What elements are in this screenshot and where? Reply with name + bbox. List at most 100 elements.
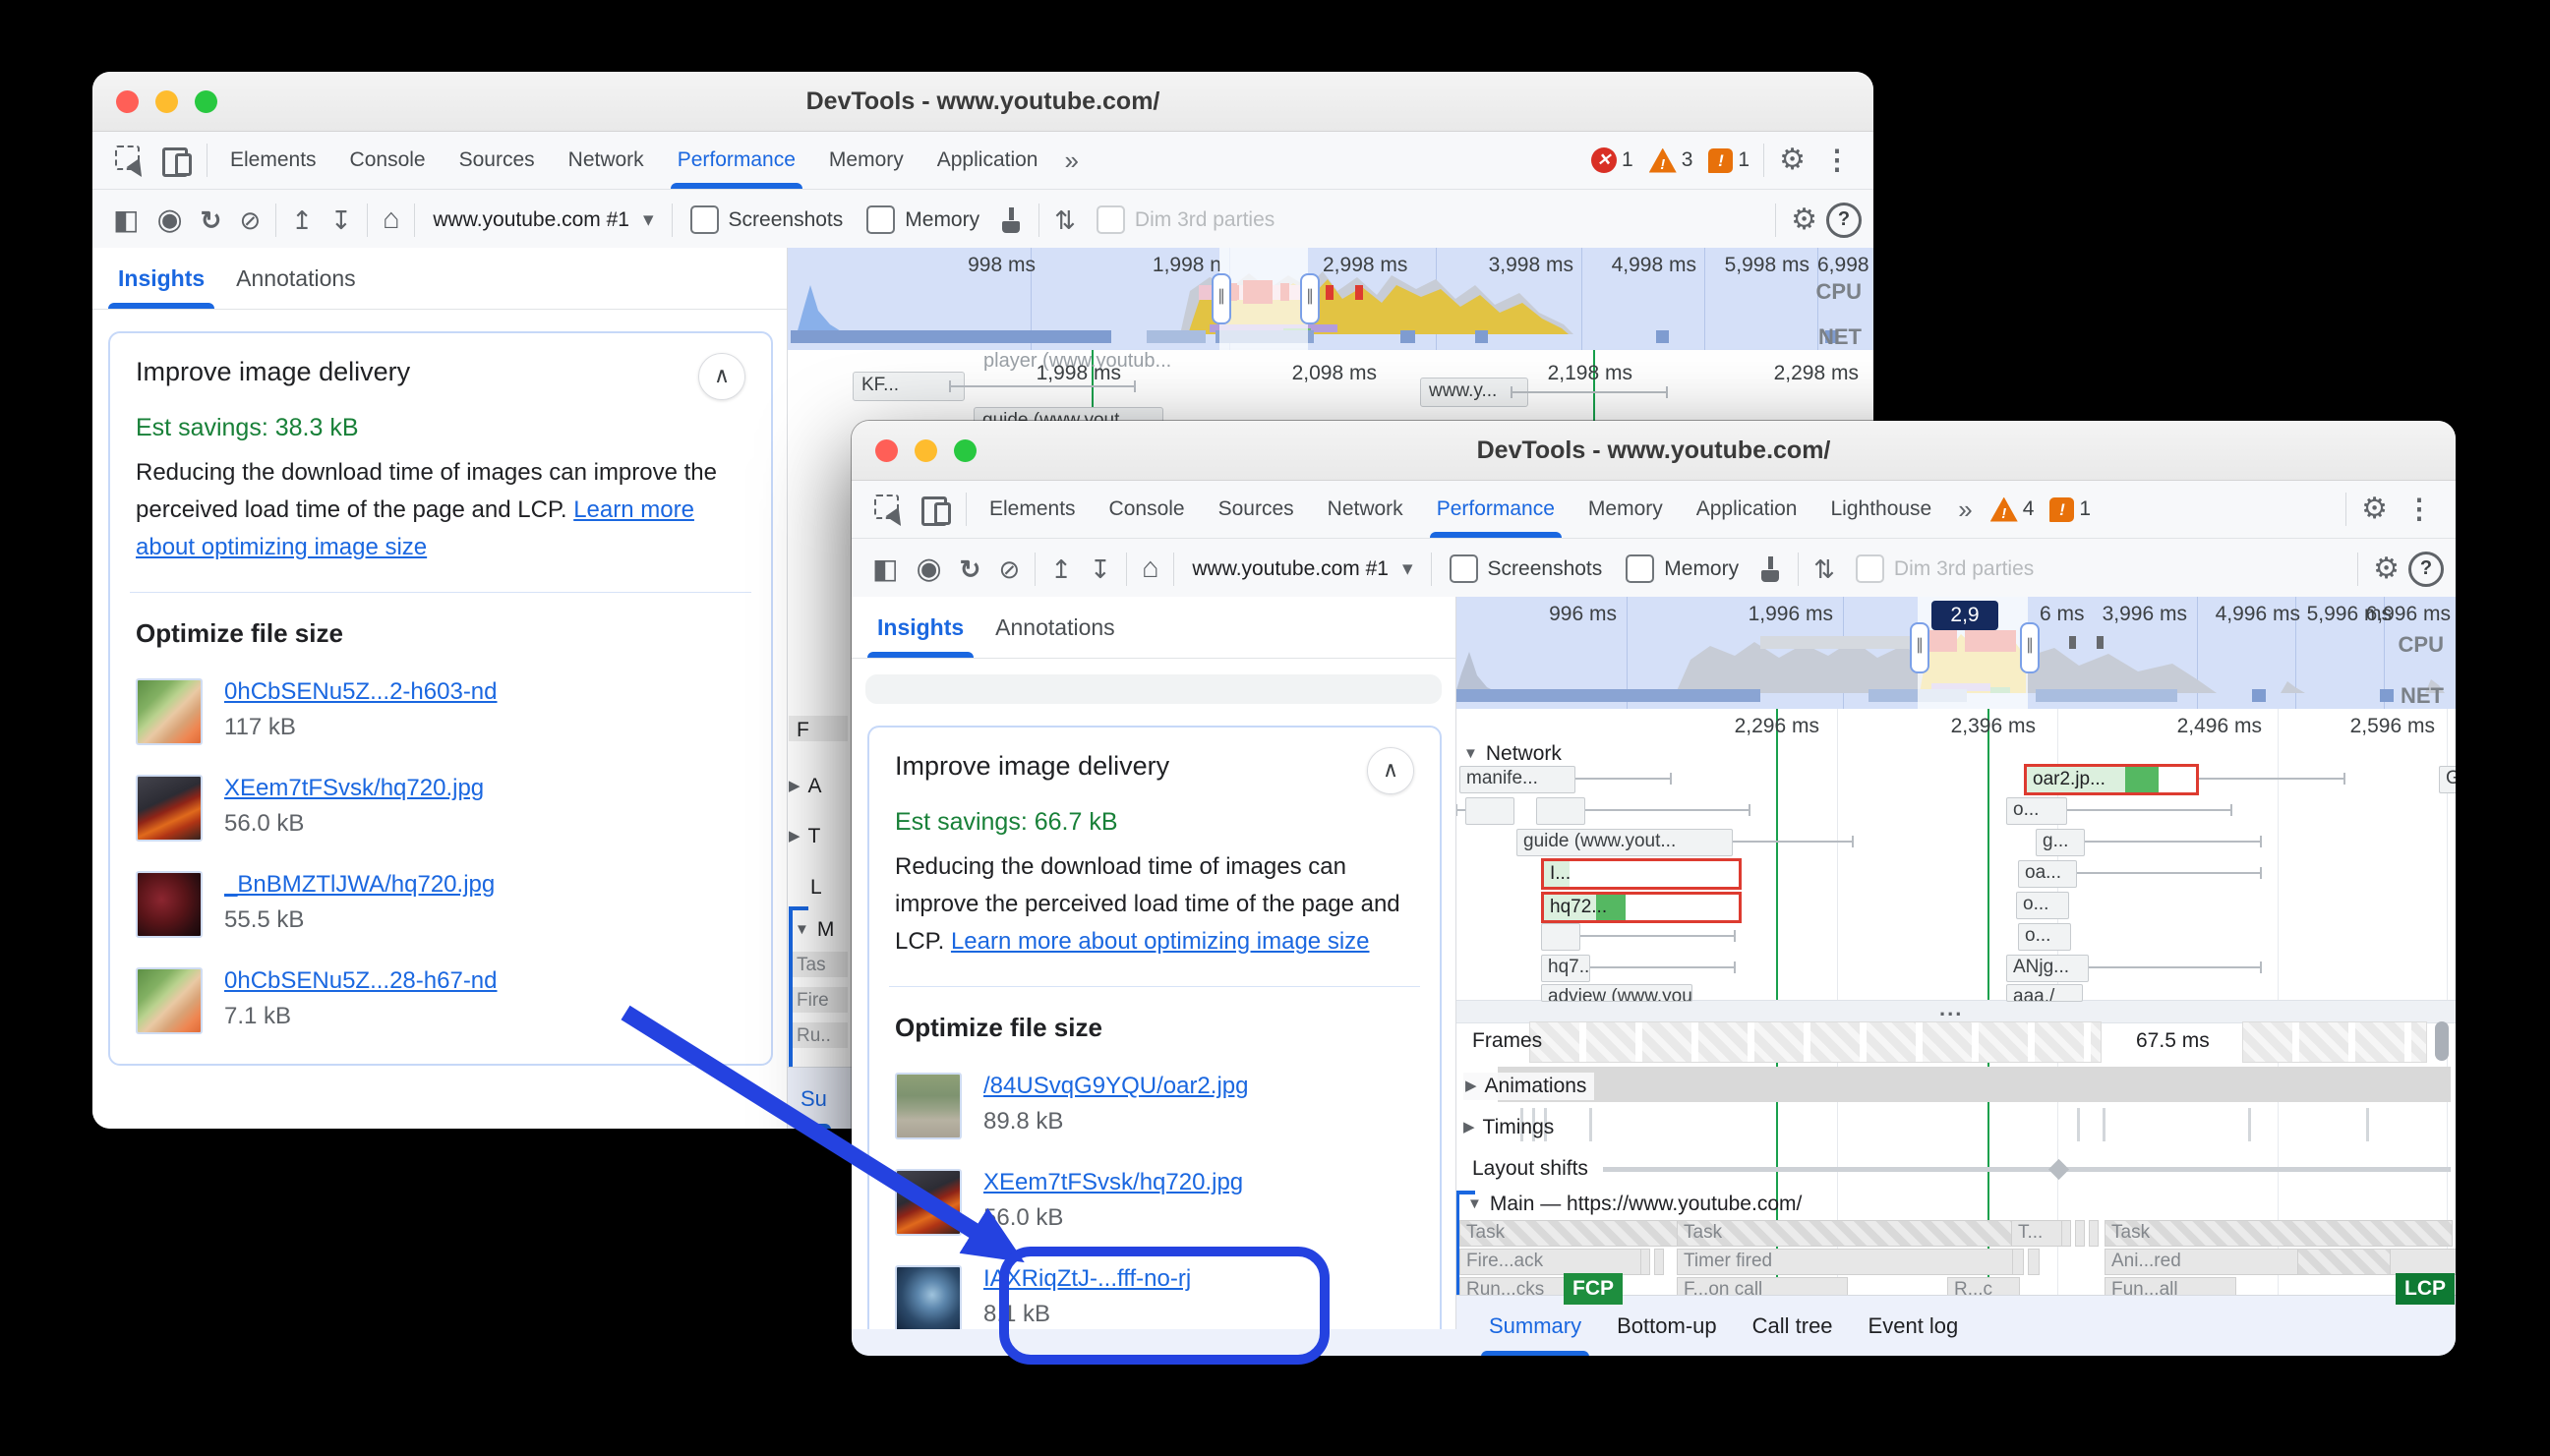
timeline-overview[interactable]: 996 ms 1,996 ms 2,9 6 ms 3,996 ms 4,996 … <box>1440 597 2456 710</box>
file-link[interactable]: 0hCbSENu5Z...2-h603-nd <box>224 678 498 706</box>
frames-strip[interactable] <box>1529 1021 2102 1063</box>
issues-badge[interactable]: 1 <box>1708 148 1749 173</box>
clear-recording-button[interactable] <box>230 207 269 233</box>
devtools-tab[interactable]: Elements <box>973 481 1093 538</box>
console-warnings-badge[interactable]: 4 <box>1990 497 2035 522</box>
devtools-tab[interactable]: Console <box>1093 481 1202 538</box>
minimize-button[interactable] <box>915 439 937 462</box>
main-track-label[interactable]: M <box>795 918 834 942</box>
network-request[interactable] <box>1465 797 1514 825</box>
network-request[interactable]: manife... <box>1459 766 1575 793</box>
network-request[interactable]: o... <box>2016 892 2069 919</box>
network-request-highlighted[interactable]: I... <box>1541 858 1742 890</box>
devtools-tab[interactable]: Elements <box>213 132 333 189</box>
network-request-chip[interactable]: KF... <box>853 372 965 401</box>
devtools-tab[interactable]: Application <box>920 132 1055 189</box>
frames-track-label[interactable]: Frames <box>1472 1029 1542 1053</box>
save-profile-icon[interactable] <box>1081 556 1120 582</box>
bottom-tab[interactable]: Event log <box>1851 1296 1977 1356</box>
timeline-overview[interactable]: 998 ms 1,998 n 2,998 ms 3,998 ms 4,998 m… <box>787 248 1873 351</box>
screenshots-checkbox[interactable]: Screenshots <box>690 205 844 234</box>
devtools-tab[interactable]: Sources <box>1202 481 1311 538</box>
inspect-element-icon[interactable] <box>871 492 907 527</box>
clear-brush-icon[interactable] <box>1001 207 1023 233</box>
help-icon[interactable] <box>1826 203 1862 238</box>
task-bar[interactable]: Fire...ack <box>1459 1249 1646 1275</box>
network-request[interactable]: adview (www.youtub <box>1541 984 1692 1002</box>
bottom-tab[interactable]: Call tree <box>1735 1296 1851 1356</box>
capture-settings-gear-icon[interactable] <box>2364 554 2408 584</box>
zoom-button[interactable] <box>954 439 977 462</box>
toggle-sidebar-icon[interactable] <box>104 206 148 234</box>
collapse-insight-button[interactable] <box>1367 747 1414 794</box>
sidebar-tab[interactable]: Insights <box>102 248 220 309</box>
console-errors-badge[interactable]: 1 <box>1591 147 1633 173</box>
capture-settings-gear-icon[interactable] <box>1782 205 1826 235</box>
fcp-marker[interactable]: FCP <box>1564 1273 1623 1305</box>
network-request[interactable] <box>1541 923 1580 951</box>
more-tabs-icon[interactable]: » <box>1054 146 1088 176</box>
devtools-tab[interactable]: Performance <box>661 132 812 189</box>
devtools-tab[interactable]: Application <box>1680 481 1814 538</box>
file-link[interactable]: XEem7tFSvsk/hq720.jpg <box>224 775 484 802</box>
task-bar[interactable]: Timer fired <box>1677 1249 2020 1275</box>
devtools-tab[interactable]: Lighthouse <box>1813 481 1948 538</box>
file-link[interactable]: /84USvqG9YQU/oar2.jpg <box>983 1073 1248 1100</box>
frames-track-label[interactable]: F <box>797 719 809 742</box>
save-profile-icon[interactable] <box>322 207 361 233</box>
clear-brush-icon[interactable] <box>1760 556 1782 582</box>
help-icon[interactable] <box>2408 552 2444 587</box>
selection-handle-left[interactable] <box>1212 273 1231 324</box>
collapse-tracks-icon[interactable] <box>1045 207 1085 233</box>
selection-handle-right[interactable] <box>2020 622 2040 673</box>
selection-handle-right[interactable] <box>1300 273 1320 324</box>
history-select[interactable]: www.youtube.com #1 <box>1180 556 1424 581</box>
sidebar-tab[interactable]: Annotations <box>220 248 371 309</box>
reload-and-record-button[interactable] <box>192 207 231 233</box>
network-request[interactable]: o... <box>2006 797 2067 825</box>
task-bar[interactable]: Task <box>1459 1220 1686 1247</box>
frames-strip[interactable] <box>2242 1021 2427 1063</box>
clear-recording-button[interactable] <box>989 556 1029 582</box>
task-bar[interactable]: Task <box>2105 1220 2453 1247</box>
network-request-highlighted[interactable]: hq72... <box>1541 892 1742 923</box>
network-request[interactable]: oa... <box>2018 860 2077 888</box>
devtools-tab[interactable]: Sources <box>443 132 552 189</box>
dim-third-parties-checkbox[interactable]: Dim 3rd parties <box>1097 205 1275 234</box>
task-bar[interactable]: Task <box>1677 1220 2020 1247</box>
task-bar[interactable]: Fun...all <box>2105 1277 2236 1295</box>
network-request[interactable]: g... <box>2036 829 2085 856</box>
task-bar[interactable] <box>2390 1249 2456 1275</box>
reload-and-record-button[interactable] <box>951 556 990 582</box>
collapsed-insight-card[interactable] <box>865 674 1442 704</box>
tab-summary[interactable]: Su <box>787 1068 841 1129</box>
network-request[interactable] <box>1536 797 1585 825</box>
network-request[interactable]: G <box>2439 766 2456 793</box>
devtools-tab[interactable]: Memory <box>812 132 920 189</box>
history-select[interactable]: www.youtube.com #1 <box>421 207 665 232</box>
close-button[interactable] <box>116 90 139 113</box>
issues-badge[interactable]: 1 <box>2049 497 2091 522</box>
settings-gear-icon[interactable] <box>1770 146 1814 175</box>
layout-shift-marker[interactable] <box>2048 1159 2069 1180</box>
animations-track-label[interactable]: Animations <box>1463 1073 1594 1100</box>
layout-shifts-track-label[interactable]: Layout shifts <box>1472 1157 1588 1181</box>
file-link[interactable]: XEem7tFSvsk/hq720.jpg <box>983 1169 1243 1196</box>
memory-checkbox[interactable]: Memory <box>866 205 979 234</box>
record-button[interactable] <box>148 205 191 235</box>
file-link[interactable]: 0hCbSENu5Z...28-h67-nd <box>224 967 498 995</box>
layout-shifts-track-label[interactable]: L <box>810 876 822 900</box>
network-track-label[interactable]: Network <box>1463 742 1562 766</box>
sidebar-tab[interactable]: Insights <box>861 597 979 658</box>
dim-third-parties-checkbox[interactable]: Dim 3rd parties <box>1856 554 2034 583</box>
load-profile-icon[interactable] <box>1041 556 1081 582</box>
device-toolbar-icon[interactable] <box>159 143 195 178</box>
network-request[interactable]: hq7... <box>1541 955 1590 982</box>
timings-track-label[interactable]: Timings <box>1463 1116 1554 1139</box>
expand-network-icon[interactable]: ... <box>1939 996 1963 1021</box>
memory-checkbox[interactable]: Memory <box>1626 554 1739 583</box>
animations-strip[interactable] <box>1498 1067 2451 1102</box>
device-toolbar-icon[interactable] <box>919 492 954 527</box>
selection-handle-left[interactable] <box>1910 622 1929 673</box>
scrollbar-thumb[interactable] <box>2435 1021 2449 1061</box>
